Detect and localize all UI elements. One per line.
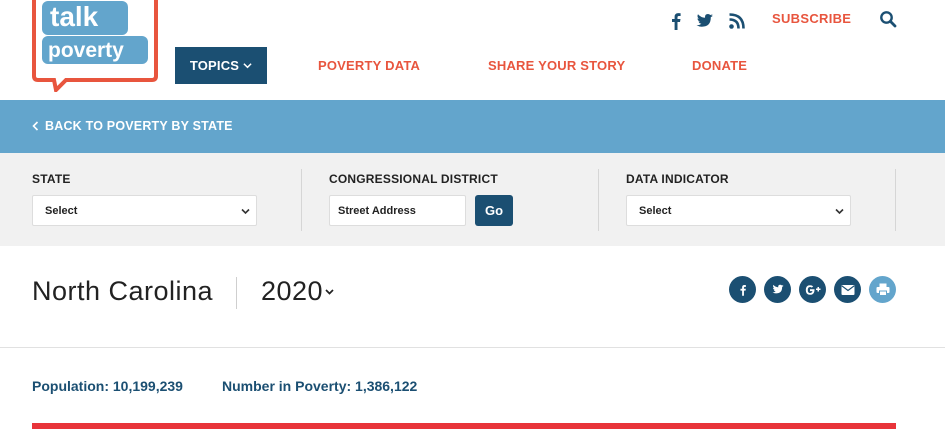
red-accent-bar [32,423,896,429]
subscribe-link[interactable]: SUBSCRIBE [772,11,851,26]
nav-link-share-your-story[interactable]: SHARE YOUR STORY [488,47,625,84]
svg-text:talk: talk [50,1,99,32]
district-filter-label: CONGRESSIONAL DISTRICT [329,172,498,186]
twitter-icon[interactable] [693,10,715,32]
print-icon [876,283,889,296]
chevron-left-icon [32,121,39,131]
topics-menu-button[interactable]: TOPICS [175,47,267,84]
street-address-input[interactable]: Street Address [329,195,466,226]
nav-link-poverty-data[interactable]: POVERTY DATA [318,47,420,84]
state-filter-label: STATE [32,172,71,186]
state-name-heading: North Carolina [32,276,214,306]
population-stat: Population: 10,199,239 [32,378,183,394]
chevron-down-icon [325,288,334,295]
share-email-button[interactable] [834,276,861,303]
filter-divider [895,169,896,231]
facebook-icon[interactable] [665,10,687,32]
topics-label: TOPICS [189,58,240,73]
go-button[interactable]: Go [475,195,513,226]
talk-poverty-logo[interactable]: talk poverty [32,0,158,92]
filter-divider [598,169,599,231]
rss-icon[interactable] [726,10,748,32]
section-divider [0,347,945,348]
back-bar: BACK TO POVERTY BY STATE [0,100,945,153]
google-plus-icon [805,284,820,295]
filter-divider [301,169,302,231]
nav-link-donate[interactable]: DONATE [692,47,747,84]
svg-text:poverty: poverty [48,39,124,62]
data-indicator-select-value: Select [639,204,672,217]
indicator-filter-label: DATA INDICATOR [626,172,729,186]
select-caret-icon [835,208,844,215]
year-value: 2020 [261,276,324,306]
back-link-label: BACK TO POVERTY BY STATE [45,119,233,133]
site-header: talk poverty TOPICS POVERTY DATA SHARE Y… [0,0,945,100]
search-icon[interactable] [879,10,897,28]
number-in-poverty-stat: Number in Poverty: 1,386,122 [222,378,418,394]
chevron-down-icon [243,63,252,69]
back-to-poverty-by-state-link[interactable]: BACK TO POVERTY BY STATE [32,119,233,133]
share-google-plus-button[interactable] [799,276,826,303]
title-divider [236,277,237,309]
filter-bar: STATE Select CONGRESSIONAL DISTRICT Stre… [0,153,945,246]
main-nav: TOPICS [175,47,267,84]
facebook-icon [739,284,746,296]
print-button[interactable] [869,276,896,303]
twitter-icon [772,284,784,294]
state-select[interactable]: Select [32,195,257,226]
data-indicator-select[interactable]: Select [626,195,851,226]
share-facebook-button[interactable] [729,276,756,303]
street-address-placeholder: Street Address [338,204,416,217]
state-select-value: Select [45,204,78,217]
year-select[interactable]: 2020 [261,276,334,307]
email-icon [840,284,855,295]
share-twitter-button[interactable] [764,276,791,303]
select-caret-icon [241,208,250,215]
